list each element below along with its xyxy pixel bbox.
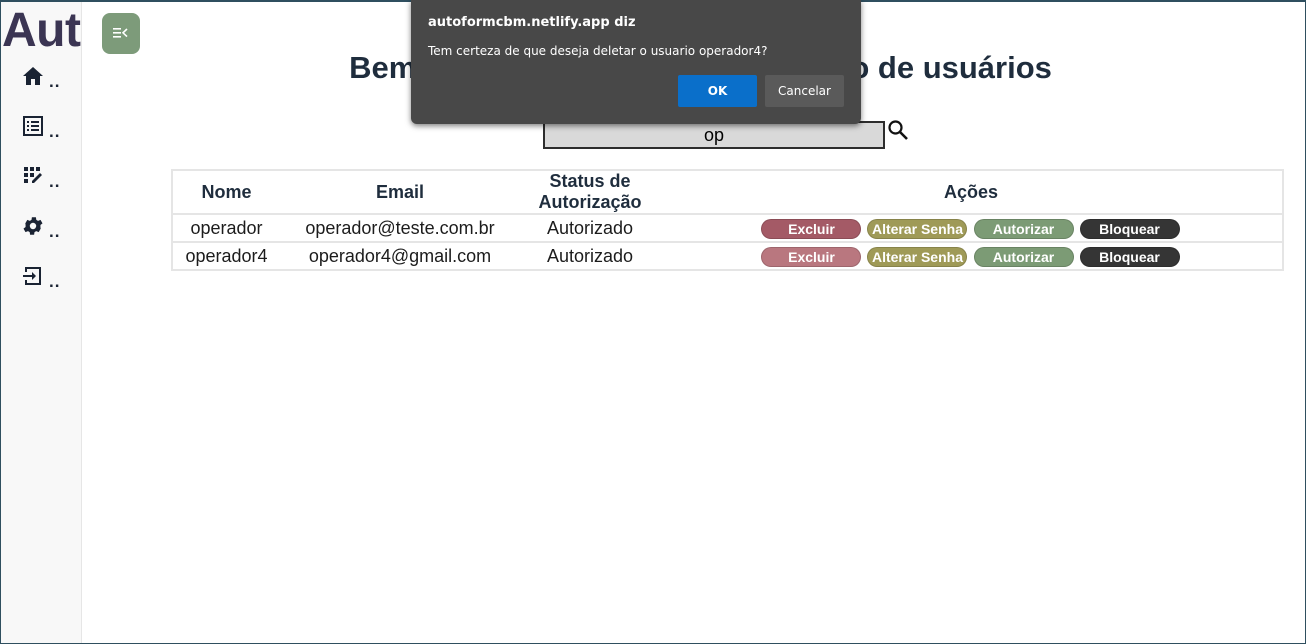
sidebar: Aut .. .. .. .. .. <box>1 2 82 643</box>
table-header-row: Nome Email Status de Autorização Ações <box>172 170 1283 215</box>
bloquear-button[interactable]: Bloquear <box>1079 246 1180 267</box>
confirm-dialog: autoformcbm.netlify.app diz Tem certeza … <box>411 0 861 124</box>
search-icon <box>888 120 908 140</box>
sidebar-item-label: .. <box>49 222 61 241</box>
search-input[interactable] <box>543 121 885 149</box>
column-header-acoes: Ações <box>660 170 1283 215</box>
alterar-senha-button[interactable]: Alterar Senha <box>867 246 968 267</box>
sidebar-item-settings[interactable]: .. <box>21 212 81 242</box>
sidebar-item-list[interactable]: .. <box>21 112 81 142</box>
sidebar-item-label: .. <box>49 272 61 291</box>
cell-acoes: Excluir Alterar Senha Autorizar Bloquear <box>660 214 1283 243</box>
autorizar-button[interactable]: Autorizar <box>973 218 1074 239</box>
dialog-ok-button[interactable]: OK <box>678 75 757 107</box>
cell-status: Autorizado <box>520 214 660 243</box>
dialog-cancel-button[interactable]: Cancelar <box>765 75 844 107</box>
table-row: operador4 operador4@gmail.com Autorizado… <box>172 242 1283 270</box>
collapse-menu-icon <box>113 28 128 38</box>
cell-nome: operador4 <box>185 245 268 266</box>
excluir-button[interactable]: Excluir <box>761 246 862 267</box>
sidebar-item-edit-grid[interactable]: .. <box>21 162 81 192</box>
edit-grid-icon <box>24 167 42 183</box>
cell-acoes: Excluir Alterar Senha Autorizar Bloquear <box>660 242 1283 270</box>
cell-email: operador4@gmail.com <box>308 245 492 266</box>
list-icon <box>23 116 43 136</box>
gear-icon <box>23 217 43 235</box>
sidebar-item-label: .. <box>49 172 61 191</box>
autorizar-button[interactable]: Autorizar <box>973 246 1074 267</box>
users-table: Nome Email Status de Autorização Ações o… <box>171 169 1284 271</box>
table-row: operador operador@teste.com.br Autorizad… <box>172 214 1283 243</box>
column-header-nome: Nome <box>172 170 280 215</box>
logout-icon <box>23 267 41 285</box>
cell-nome: operador <box>172 214 280 243</box>
dialog-message: Tem certeza de que deseja deletar o usua… <box>428 44 768 58</box>
bloquear-button[interactable]: Bloquear <box>1079 218 1180 239</box>
dialog-title: autoformcbm.netlify.app diz <box>428 15 636 30</box>
search-button[interactable] <box>886 118 910 142</box>
cell-status: Autorizado <box>546 245 634 266</box>
alterar-senha-button[interactable]: Alterar Senha <box>867 218 968 239</box>
excluir-button[interactable]: Excluir <box>761 218 862 239</box>
column-header-email: Email <box>280 170 520 215</box>
toggle-sidebar-button[interactable] <box>102 13 140 54</box>
sidebar-item-label: .. <box>49 122 61 141</box>
column-header-status: Status de Autorização <box>520 170 660 215</box>
cell-email: operador@teste.com.br <box>280 214 520 243</box>
sidebar-item-logout[interactable]: .. <box>21 262 81 292</box>
